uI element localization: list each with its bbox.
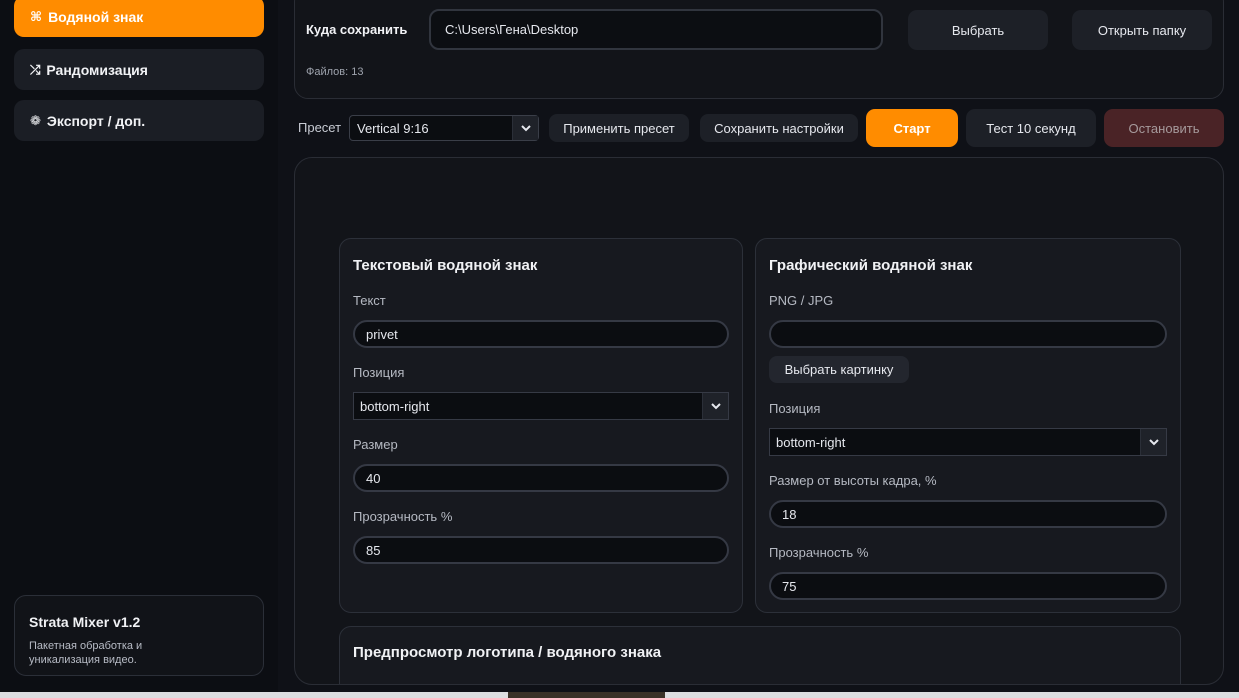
watermark-panel: Текстовый водяной знак Текст Позиция bot… [294, 157, 1224, 685]
output-path-input[interactable] [429, 9, 883, 50]
text-label: Текст [353, 293, 386, 308]
taskbar-strip [0, 692, 1239, 698]
choose-image-button[interactable]: Выбрать картинку [769, 356, 909, 383]
image-watermark-title: Графический водяной знак [769, 257, 973, 274]
sidebar-item-export[interactable]: ❁ Экспорт / доп. [14, 100, 264, 141]
preset-value: Vertical 9:16 [357, 120, 429, 136]
sidebar: ⌘ Водяной знак ⤮ Рандомизация ❁ Экспорт … [0, 0, 278, 698]
files-count: Файлов: 13 [306, 66, 364, 78]
image-opacity-input[interactable] [769, 572, 1167, 600]
sidebar-item-randomization[interactable]: ⤮ Рандомизация [14, 49, 264, 90]
preview-card: Предпросмотр логотипа / водяного знака [339, 626, 1181, 684]
command-icon: ⌘ [30, 8, 43, 24]
gear-icon: ❁ [30, 112, 41, 128]
preview-title: Предпросмотр логотипа / водяного знака [353, 644, 662, 661]
text-position-value: bottom-right [360, 398, 430, 414]
test-10s-button[interactable]: Тест 10 секунд [966, 109, 1096, 147]
sidebar-item-watermark[interactable]: ⌘ Водяной знак [14, 0, 264, 37]
open-folder-button[interactable]: Открыть папку [1072, 10, 1212, 50]
text-opacity-input[interactable] [353, 536, 729, 564]
image-opacity-label: Прозрачность % [769, 545, 869, 560]
app-description: Пакетная обработка и уникализация видео. [29, 640, 143, 666]
text-opacity-label: Прозрачность % [353, 509, 453, 524]
shuffle-icon: ⤮ [30, 61, 41, 77]
apply-preset-button[interactable]: Применить пресет [549, 114, 689, 142]
watermark-text-input[interactable] [353, 320, 729, 348]
choose-folder-button[interactable]: Выбрать [908, 10, 1048, 50]
image-position-value: bottom-right [776, 434, 846, 450]
stop-button[interactable]: Остановить [1104, 109, 1224, 147]
sidebar-item-label: Экспорт / доп. [46, 112, 146, 129]
save-settings-button[interactable]: Сохранить настройки [700, 114, 858, 142]
text-position-label: Позиция [353, 365, 405, 380]
text-watermark-title: Текстовый водяной знак [353, 257, 538, 274]
image-file-label: PNG / JPG [769, 293, 834, 308]
text-size-label: Размер [353, 437, 398, 452]
image-file-input[interactable] [769, 320, 1167, 348]
preset-select[interactable]: Vertical 9:16 [349, 115, 539, 141]
text-size-input[interactable] [353, 464, 729, 492]
sidebar-item-label: Водяной знак [48, 8, 144, 25]
chevron-down-icon[interactable] [702, 393, 728, 419]
taskbar-thumbnail [508, 692, 665, 698]
image-watermark-card: Графический водяной знак PNG / JPG Выбра… [755, 238, 1181, 613]
text-position-select[interactable]: bottom-right [353, 392, 729, 420]
about-card: Strata Mixer v1.2 Пакетная обработка и у… [14, 595, 264, 676]
image-size-label: Размер от высоты кадра, % [769, 473, 937, 488]
image-position-select[interactable]: bottom-right [769, 428, 1167, 456]
chevron-down-icon[interactable] [1140, 429, 1166, 455]
chevron-down-icon[interactable] [512, 116, 538, 140]
text-watermark-card: Текстовый водяной знак Текст Позиция bot… [339, 238, 743, 613]
image-position-label: Позиция [769, 401, 821, 416]
sidebar-item-label: Рандомизация [46, 61, 148, 78]
preset-label: Пресет [298, 120, 342, 135]
output-label: Куда сохранить [306, 22, 408, 37]
start-button[interactable]: Старт [866, 109, 958, 147]
image-size-input[interactable] [769, 500, 1167, 528]
app-title: Strata Mixer v1.2 [29, 614, 141, 630]
